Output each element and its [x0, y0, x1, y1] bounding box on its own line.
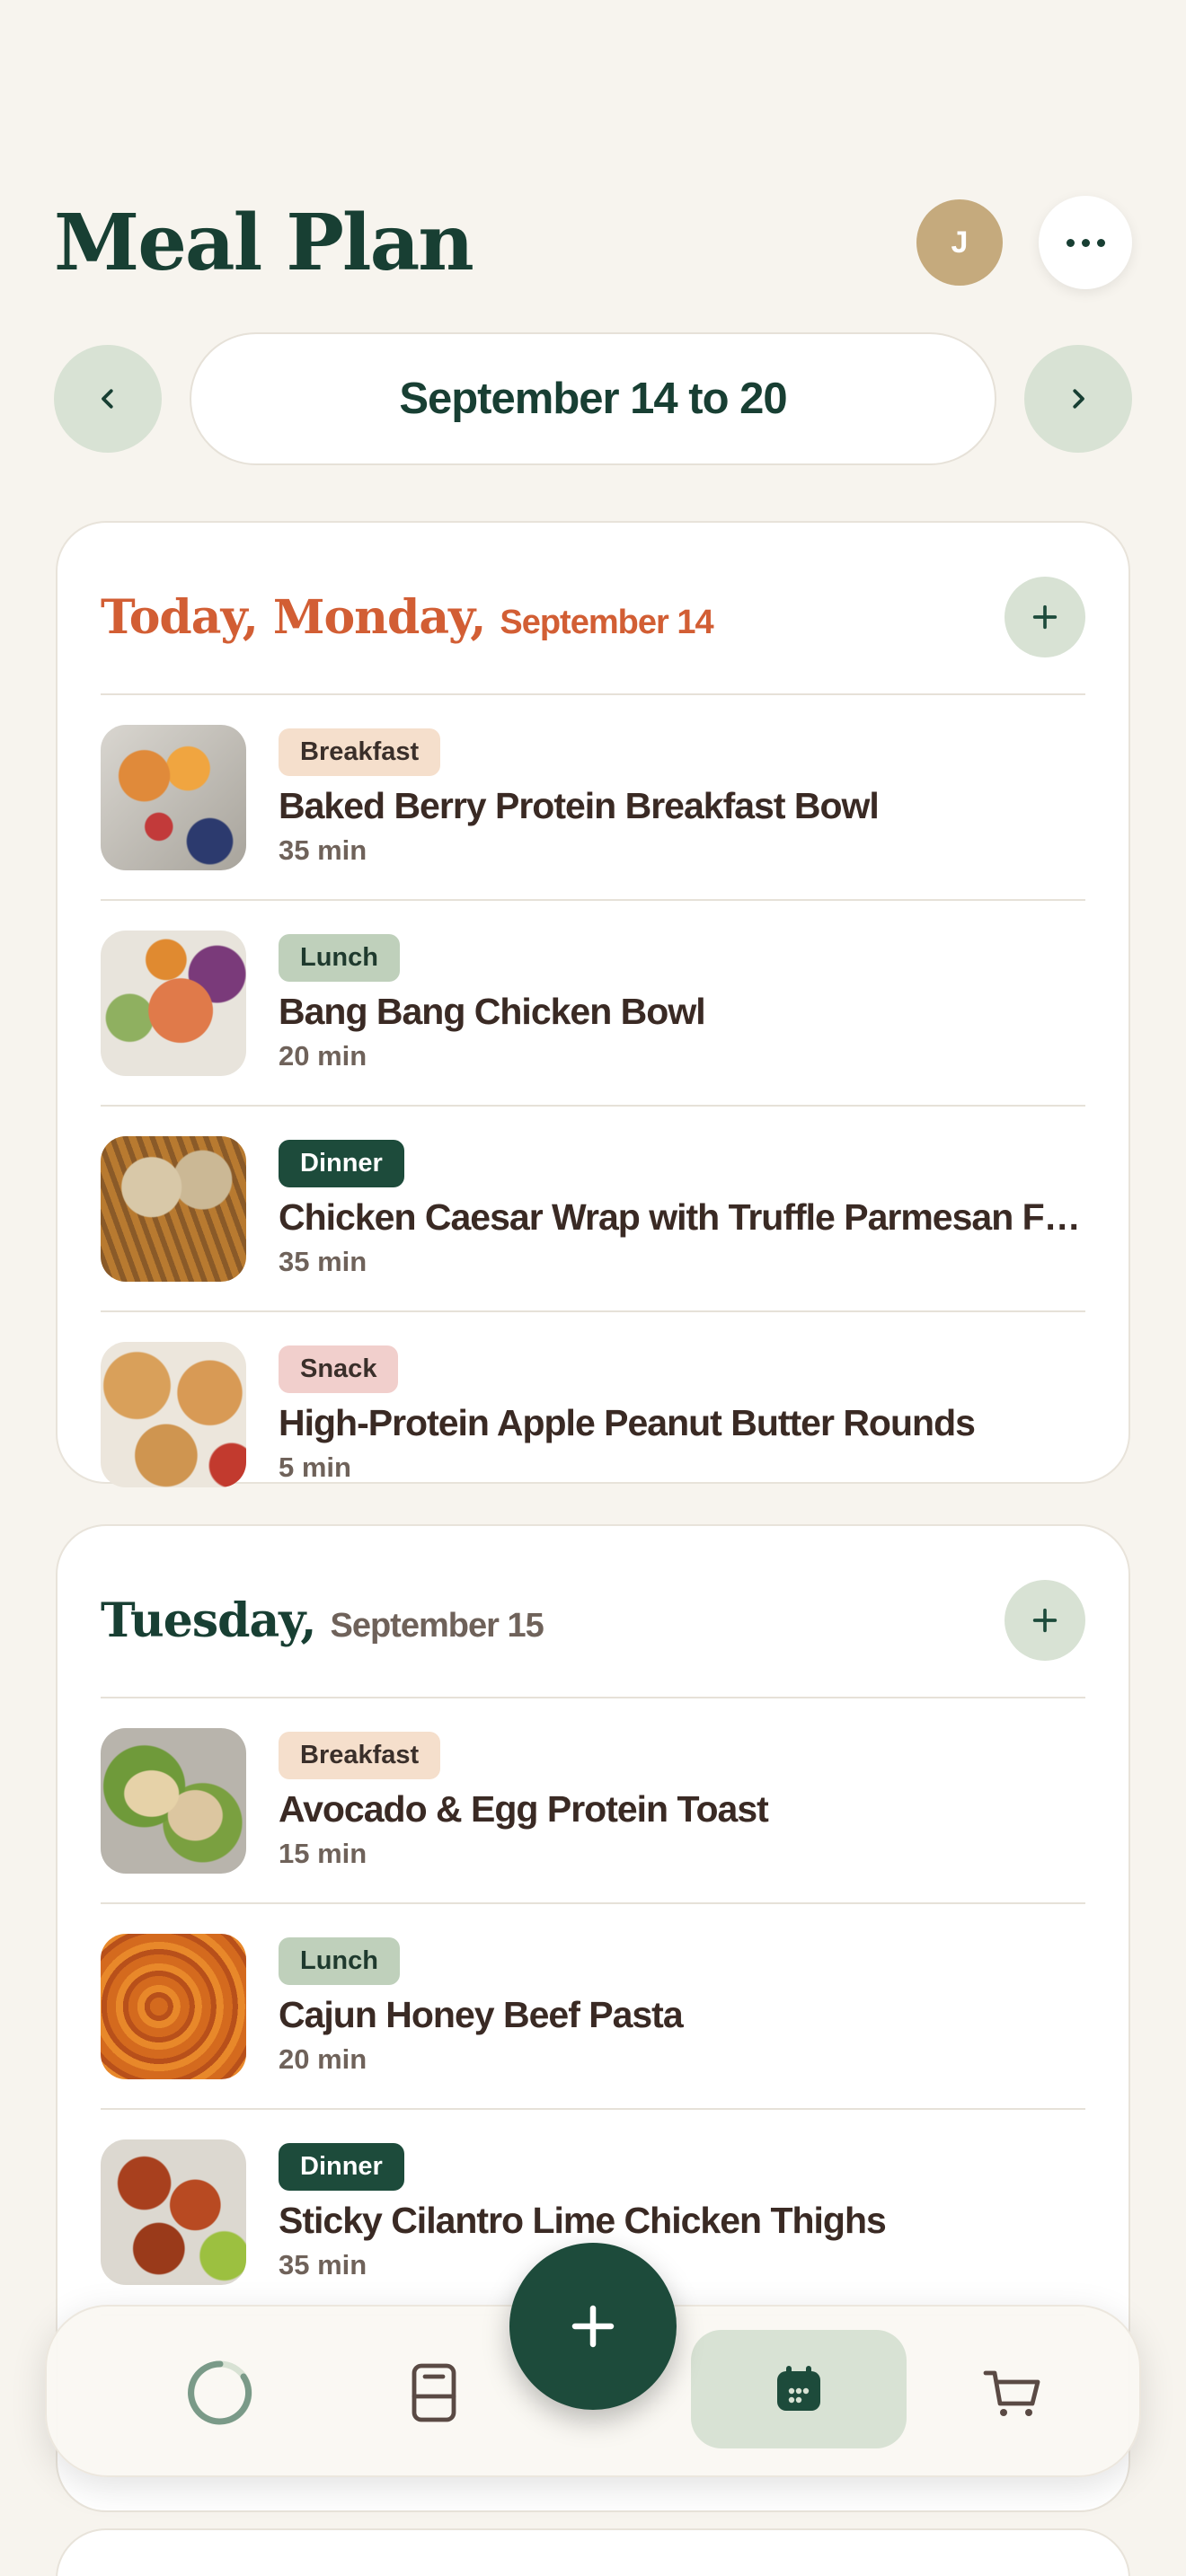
avatar[interactable]: J	[916, 199, 1003, 286]
meal-type-tag: Breakfast	[279, 728, 441, 776]
meal-row[interactable]: Breakfast Avocado & Egg Protein Toast 15…	[101, 1697, 1085, 1902]
meal-photo	[101, 1341, 246, 1487]
meal-type-tag: Dinner	[279, 2142, 404, 2191]
page-title: Meal Plan	[54, 197, 474, 288]
add-button-fab[interactable]	[509, 2243, 677, 2410]
meal-time: 35 min	[279, 1245, 367, 1277]
meal-photo	[101, 1135, 246, 1282]
week-navigation: September 14 to 20	[54, 332, 1132, 465]
meal-time: 20 min	[279, 2042, 367, 2075]
day-card-wednesday	[56, 2528, 1130, 2576]
meal-row[interactable]: Lunch Cajun Honey Beef Pasta 20 min	[101, 1902, 1085, 2108]
chevron-left-icon	[102, 389, 113, 409]
meal-type-tag: Dinner	[279, 1139, 404, 1187]
previous-week-button[interactable]	[54, 345, 162, 453]
cart-icon	[983, 2370, 1040, 2416]
more-options-button[interactable]	[1039, 196, 1132, 289]
meal-name: Chicken Caesar Wrap with Truffle Parmesa…	[279, 1195, 1085, 1238]
add-meal-button[interactable]	[1005, 1580, 1085, 1661]
meal-type-tag: Snack	[279, 1345, 399, 1393]
day-card-monday: Today, Monday, September 14 Breakfast Ba…	[56, 521, 1130, 1487]
meal-photo	[101, 1727, 246, 1874]
plus-icon	[1032, 1608, 1058, 1633]
meal-type-tag: Breakfast	[279, 1731, 441, 1779]
nav-progress[interactable]	[157, 2330, 283, 2456]
meal-name: Baked Berry Protein Breakfast Bowl	[279, 784, 880, 826]
next-week-button[interactable]	[1024, 345, 1132, 453]
meal-name: Sticky Cilantro Lime Chicken Thighs	[279, 2199, 887, 2241]
nav-meal-plan[interactable]	[691, 2330, 907, 2448]
recipe-book-icon	[412, 2363, 456, 2422]
meal-type-tag: Lunch	[279, 933, 400, 982]
more-horizontal-icon	[1066, 238, 1075, 247]
meal-name: Cajun Honey Beef Pasta	[279, 1993, 684, 2035]
week-range-label[interactable]: September 14 to 20	[190, 332, 996, 465]
header: Meal Plan J	[54, 193, 1132, 292]
meal-name: High-Protein Apple Peanut Butter Rounds	[279, 1401, 976, 1443]
progress-icon	[188, 2360, 252, 2425]
nav-grocery[interactable]	[950, 2330, 1075, 2456]
meal-row[interactable]: Dinner Chicken Caesar Wrap with Truffle …	[101, 1105, 1085, 1310]
plus-icon	[571, 2305, 615, 2348]
meal-name: Avocado & Egg Protein Toast	[279, 1787, 769, 1830]
meal-time: 35 min	[279, 2248, 367, 2280]
meal-row[interactable]: Breakfast Baked Berry Protein Breakfast …	[101, 693, 1085, 899]
day-date: September 14	[500, 603, 713, 641]
calendar-icon	[777, 2366, 820, 2411]
header-actions: J	[916, 196, 1132, 289]
day-header: Tuesday, September 15	[101, 1526, 1085, 1697]
meal-row[interactable]: Lunch Bang Bang Chicken Bowl 20 min	[101, 899, 1085, 1105]
chevron-right-icon	[1073, 389, 1084, 409]
day-header: Today, Monday, September 14	[101, 523, 1085, 693]
meal-name: Bang Bang Chicken Bowl	[279, 990, 706, 1032]
day-date: September 15	[330, 1606, 544, 1645]
meal-photo	[101, 724, 246, 870]
plus-icon	[1032, 604, 1058, 630]
meal-row[interactable]: Snack High-Protein Apple Peanut Butter R…	[101, 1310, 1085, 1516]
meal-photo	[101, 930, 246, 1076]
meal-time: 5 min	[279, 1451, 351, 1483]
nav-recipes[interactable]	[371, 2330, 497, 2456]
meal-time: 20 min	[279, 1039, 367, 1072]
meal-photo	[101, 1933, 246, 2079]
add-meal-button[interactable]	[1005, 577, 1085, 657]
day-name: Today, Monday,	[101, 589, 486, 645]
meal-type-tag: Lunch	[279, 1936, 400, 1985]
day-name: Tuesday,	[101, 1592, 316, 1648]
meal-time: 15 min	[279, 1837, 367, 1869]
meal-photo	[101, 2139, 246, 2285]
meal-time: 35 min	[279, 834, 367, 866]
